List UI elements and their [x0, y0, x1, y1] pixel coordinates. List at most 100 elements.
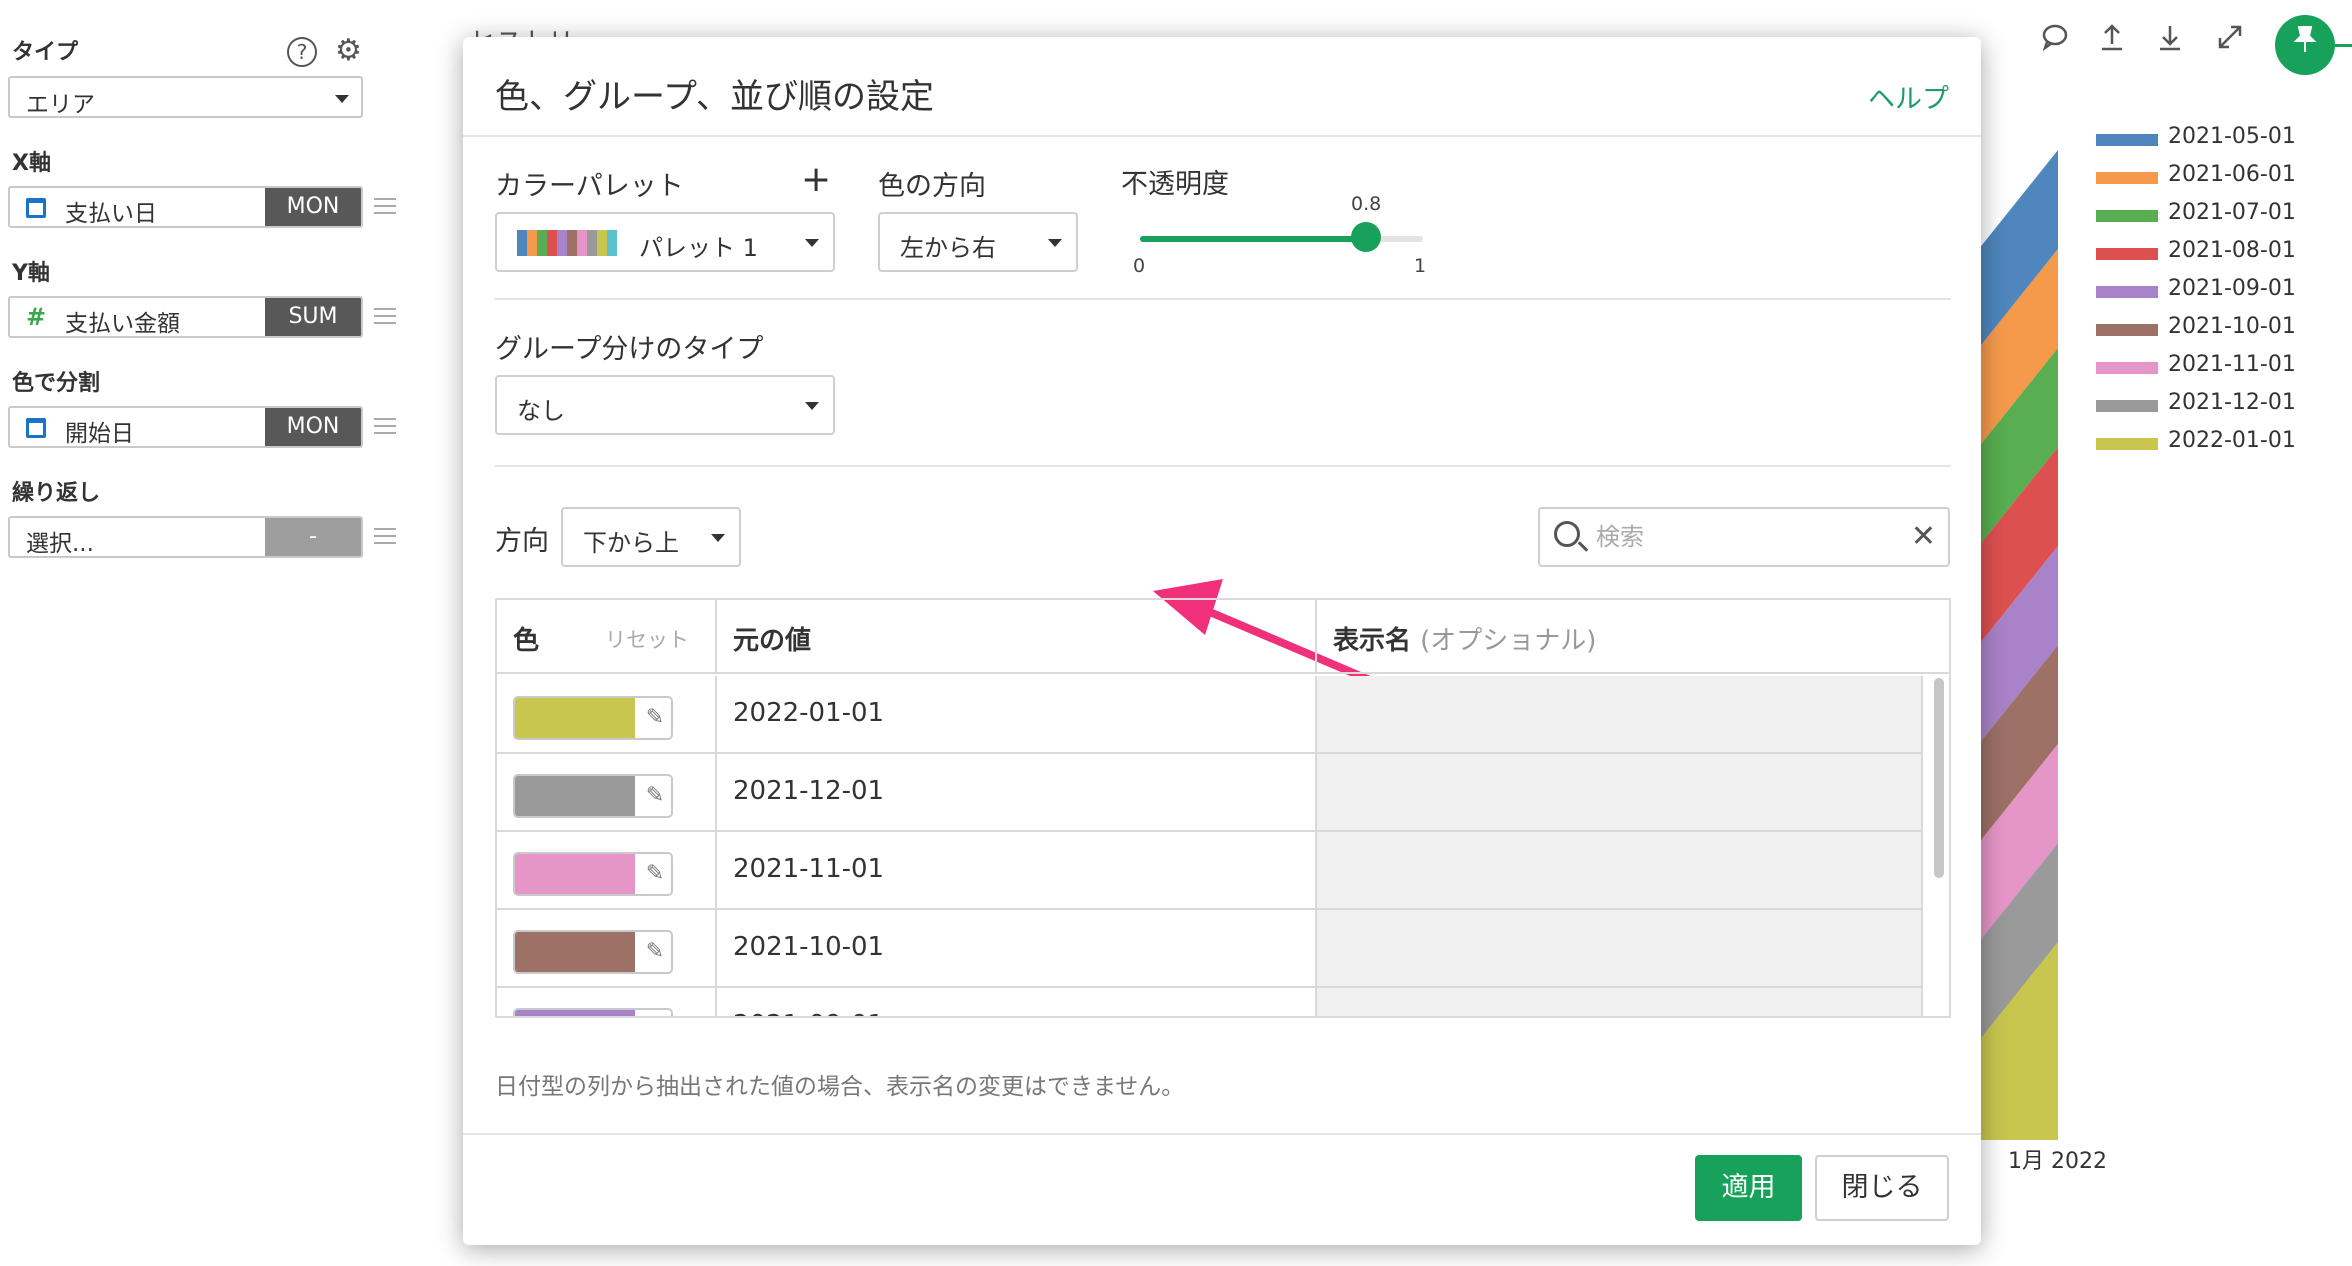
table-header-original: 元の値 [717, 600, 1317, 674]
legend-item[interactable]: 2022-01-01 [2096, 428, 2346, 458]
y-axis-agg-button[interactable]: SUM [265, 298, 361, 336]
color-picker[interactable]: ✎ [513, 852, 673, 896]
original-value: 2021-09-01 [733, 1010, 884, 1016]
x-axis-tick-label: 1月 2022 [2008, 1149, 2107, 1174]
legend-label: 2022-01-01 [2168, 428, 2296, 453]
legend-swatch [2096, 248, 2158, 260]
hamburger-icon[interactable] [374, 308, 396, 326]
question-circle-icon[interactable]: ? [287, 37, 317, 67]
search-box[interactable]: ✕ [1538, 507, 1950, 567]
palette-color [517, 230, 527, 256]
legend-item[interactable]: 2021-09-01 [2096, 276, 2346, 306]
opacity-slider-handle[interactable] [1351, 222, 1382, 252]
close-button[interactable]: 閉じる [1815, 1155, 1949, 1221]
display-name-cell [1317, 676, 1923, 754]
color-direction-value: 左から右 [900, 234, 996, 262]
display-name-cell [1317, 910, 1923, 988]
opacity-value-label: 0.8 [1351, 193, 1382, 215]
original-value: 2021-10-01 [733, 932, 885, 962]
group-type-value: なし [517, 397, 565, 425]
plus-icon[interactable]: + [801, 162, 831, 198]
hamburger-icon[interactable] [374, 528, 396, 546]
type-label: タイプ [12, 40, 79, 65]
split-field-name: 開始日 [65, 421, 134, 447]
legend-item[interactable]: 2021-07-01 [2096, 200, 2346, 230]
palette-color [577, 230, 587, 256]
divider [495, 465, 1951, 467]
legend-label: 2021-10-01 [2168, 314, 2296, 339]
hamburger-icon[interactable] [374, 418, 396, 436]
display-name-cell [1317, 754, 1923, 832]
pin-icon[interactable] [2275, 15, 2335, 75]
group-type-select[interactable]: なし [495, 375, 835, 435]
legend-item[interactable]: 2021-05-01 [2096, 124, 2346, 154]
repeat-field[interactable]: 選択... - [8, 516, 363, 558]
color-cell: ✎ [497, 754, 717, 832]
color-picker[interactable]: ✎ [513, 696, 673, 740]
color-fill [515, 1010, 635, 1016]
chart-type-select[interactable]: エリア [8, 76, 363, 118]
direction-label: 方向 [495, 526, 549, 557]
legend-item[interactable]: 2021-06-01 [2096, 162, 2346, 192]
col-display-optional: (オプショナル) [1420, 626, 1597, 656]
apply-button[interactable]: 適用 [1695, 1155, 1802, 1221]
area-chart-partial [1978, 150, 2058, 1140]
palette-color [527, 230, 537, 256]
original-value: 2021-12-01 [733, 776, 885, 806]
split-field[interactable]: 開始日 MON [8, 406, 363, 448]
x-axis-field[interactable]: 支払い日 MON [8, 186, 363, 228]
reset-link[interactable]: リセット [605, 624, 689, 654]
legend-item[interactable]: 2021-11-01 [2096, 352, 2346, 382]
color-picker[interactable]: ✎ [513, 1008, 673, 1018]
opacity-max-label: 1 [1414, 255, 1427, 277]
original-value-cell: 2022-01-01 [717, 676, 1317, 754]
table-row: ✎ 2021-10-01 [497, 910, 1949, 988]
palette-select[interactable]: パレット 1 [495, 212, 835, 272]
legend-item[interactable]: 2021-12-01 [2096, 390, 2346, 420]
table-row: ✎ 2022-01-01 [497, 676, 1949, 754]
download-icon[interactable] [2150, 22, 2190, 62]
direction-select[interactable]: 下から上 [561, 507, 741, 567]
eyedropper-icon[interactable]: ✎ [641, 860, 669, 888]
eyedropper-icon[interactable]: ✎ [641, 1016, 669, 1018]
table-scrollbar[interactable] [1934, 678, 1944, 878]
chart-type-value: エリア [26, 92, 95, 118]
eyedropper-icon[interactable]: ✎ [641, 704, 669, 732]
display-name-cell [1317, 832, 1923, 910]
color-picker[interactable]: ✎ [513, 930, 673, 974]
eyedropper-icon[interactable]: ✎ [641, 782, 669, 810]
legend-label: 2021-06-01 [2168, 162, 2296, 187]
divider [495, 298, 1951, 300]
left-sidebar: タイプ ? ⚙ エリア X軸 支払い日 MON Y軸 # 支払い金額 SUM 色… [0, 0, 400, 1266]
legend-label: 2021-12-01 [2168, 390, 2296, 415]
original-value-cell: 2021-10-01 [717, 910, 1317, 988]
gear-icon[interactable]: ⚙ [335, 36, 365, 66]
original-value-cell: 2021-12-01 [717, 754, 1317, 832]
search-icon [1554, 521, 1580, 547]
info-note: 日付型の列から抽出された値の場合、表示名の変更はできません。 [495, 1074, 1185, 1100]
comment-icon[interactable] [2035, 22, 2075, 62]
legend-swatch [2096, 286, 2158, 298]
col-color-header: 色 [513, 626, 540, 656]
palette-swatch [517, 230, 617, 256]
help-link[interactable]: ヘルプ [1868, 77, 1949, 116]
table-header-display: 表示名 (オプショナル) [1317, 600, 1949, 674]
legend-item[interactable]: 2021-08-01 [2096, 238, 2346, 268]
close-icon[interactable]: ✕ [1911, 519, 1936, 555]
x-axis-agg-button[interactable]: MON [265, 188, 361, 226]
color-direction-select[interactable]: 左から右 [878, 212, 1078, 272]
hamburger-icon[interactable] [374, 198, 396, 216]
color-picker[interactable]: ✎ [513, 774, 673, 818]
legend-label: 2021-05-01 [2168, 124, 2296, 149]
eyedropper-icon[interactable]: ✎ [641, 938, 669, 966]
calendar-icon [26, 198, 46, 218]
legend-item[interactable]: 2021-10-01 [2096, 314, 2346, 344]
group-type-label: グループ分けのタイプ [495, 334, 764, 365]
upload-icon[interactable] [2092, 22, 2132, 62]
y-axis-field[interactable]: # 支払い金額 SUM [8, 296, 363, 338]
split-agg-button[interactable]: MON [265, 408, 361, 446]
search-input[interactable] [1596, 519, 1896, 555]
palette-color [597, 230, 607, 256]
expand-icon[interactable] [2210, 22, 2250, 62]
repeat-label: 繰り返し [12, 481, 101, 506]
